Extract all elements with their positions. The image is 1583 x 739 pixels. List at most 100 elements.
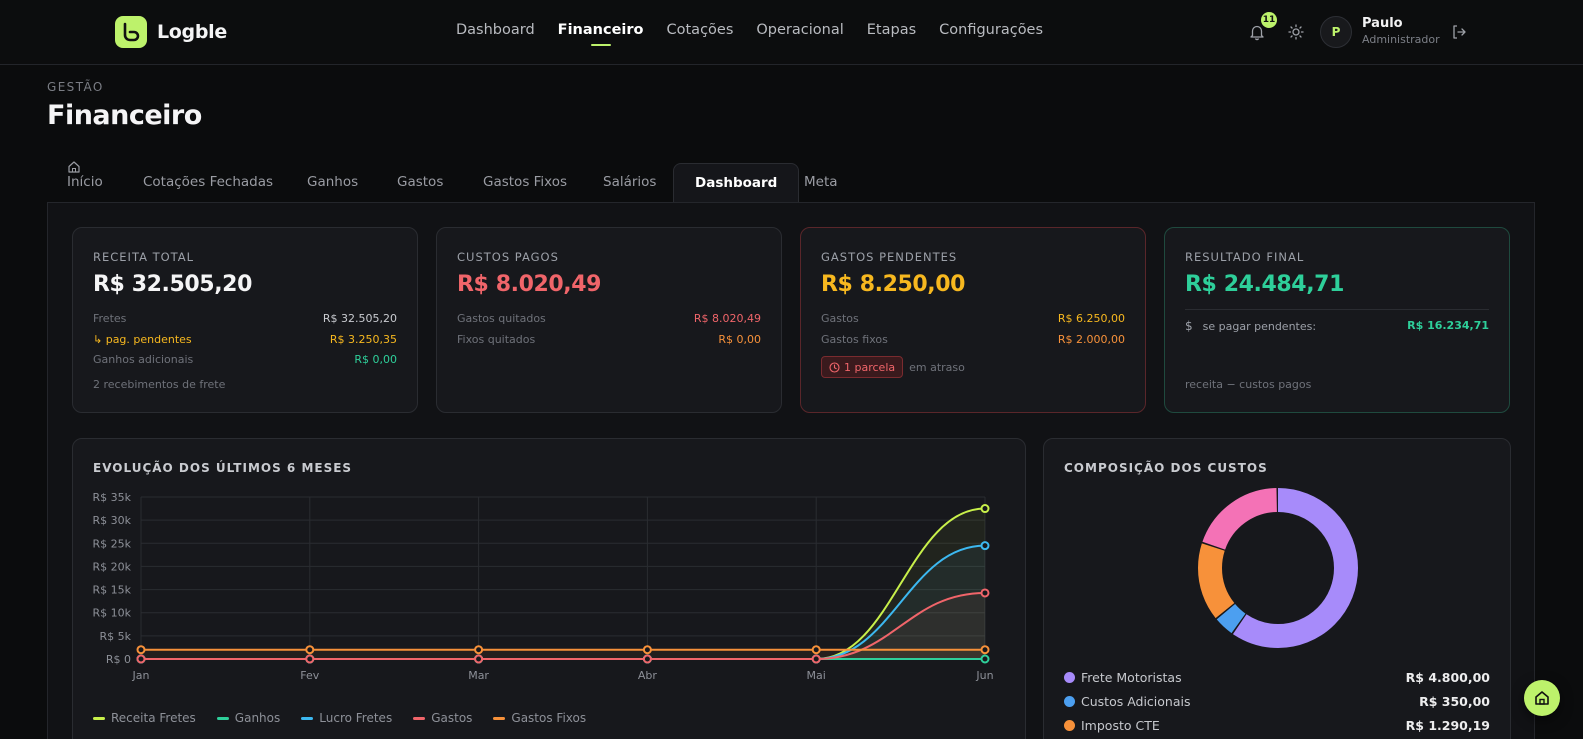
nav-etapas[interactable]: Etapas [867, 22, 916, 38]
logo-icon [115, 16, 147, 48]
fretes-value: R$ 32.505,20 [322, 312, 397, 325]
chart-legend: Receita Fretes Ganhos Lucro Fretes Gasto… [93, 711, 607, 725]
home-icon [68, 161, 80, 173]
ganhos-label: Ganhos adicionais [93, 353, 194, 366]
resultado-final-value: R$ 24.484,71 [1185, 272, 1344, 297]
avatar[interactable]: P [1320, 16, 1352, 48]
home-icon [1535, 691, 1549, 705]
tab-meta[interactable]: Meta [804, 174, 838, 190]
gastos-value: R$ 6.250,00 [1057, 312, 1125, 325]
gastos-fixos-label: Gastos fixos [821, 333, 888, 346]
pie-legend-row: Custos Adicionais R$ 350,00 [1064, 694, 1490, 709]
pie-legend-value: R$ 350,00 [1419, 694, 1490, 709]
overdue-tag-label: 1 parcela [844, 360, 896, 374]
fixos-quitados-value: R$ 0,00 [718, 333, 761, 346]
card-label: CUSTOS PAGOS [457, 250, 559, 264]
y-tick-label: R$ 35k [92, 491, 131, 504]
legend-item[interactable]: Ganhos [216, 711, 281, 725]
fretes-label: Fretes [93, 312, 127, 325]
series-area [141, 508, 985, 659]
divider [1185, 309, 1489, 310]
receita-total-card: RECEITA TOTAL R$ 32.505,20 Fretes R$ 32.… [72, 227, 418, 413]
data-point [811, 654, 821, 664]
receita-total-value: R$ 32.505,20 [93, 272, 252, 297]
nav-configuracoes[interactable]: Configurações [939, 22, 1043, 38]
x-tick-label: Jun [975, 669, 993, 682]
x-tick-label: Abr [638, 669, 658, 682]
gastos-pendentes-value: R$ 8.250,00 [821, 272, 966, 297]
receita-note: 2 recebimentos de frete [93, 378, 226, 391]
tab-cotacoes-fechadas[interactable]: Cotações Fechadas [143, 174, 273, 190]
pendentes-label: ↳ pag. pendentes [93, 333, 192, 346]
home-fab-button[interactable] [1524, 680, 1560, 716]
tab-gastos-fixos[interactable]: Gastos Fixos [483, 174, 567, 190]
data-point [811, 645, 821, 655]
tab-dashboard[interactable]: Dashboard [673, 163, 800, 202]
legend-item[interactable]: Gastos [413, 711, 472, 725]
gastos-pendentes-card: GASTOS PENDENTES R$ 8.250,00 Gastos R$ 6… [800, 227, 1146, 413]
y-tick-label: R$ 30k [92, 514, 131, 527]
data-point [474, 645, 484, 655]
legend-label: Lucro Fretes [319, 711, 393, 725]
pie-legend-label: Frete Motoristas [1081, 670, 1182, 685]
legend-label: Receita Fretes [111, 711, 196, 725]
se-pagar-value: R$ 16.234,71 [1407, 319, 1489, 332]
gastos-fixos-value: R$ 2.000,00 [1057, 333, 1125, 346]
x-tick-label: Fev [300, 669, 319, 682]
pie-legend-row: Frete Motoristas R$ 4.800,00 [1064, 670, 1490, 685]
nav-dashboard[interactable]: Dashboard [456, 22, 535, 38]
overdue-note: em atraso [909, 360, 965, 374]
tab-inicio[interactable]: Início [67, 174, 103, 190]
y-tick-label: R$ 10k [92, 607, 131, 620]
nav-operacional[interactable]: Operacional [756, 22, 843, 38]
data-point [980, 645, 990, 655]
pendentes-value: R$ 3.250,35 [329, 333, 397, 346]
y-tick-label: R$ 0 [106, 653, 131, 666]
tab-salarios[interactable]: Salários [603, 174, 656, 190]
nav-financeiro[interactable]: Financeiro [558, 22, 644, 38]
legend-label: Gastos Fixos [511, 711, 587, 725]
user-role: Administrador [1362, 33, 1440, 46]
pie-legend-value: R$ 4.800,00 [1405, 670, 1490, 685]
tab-ganhos[interactable]: Ganhos [307, 174, 358, 190]
logout-icon[interactable] [1450, 23, 1468, 41]
notification-badge: 11 [1261, 12, 1277, 28]
cost-donut-chart [1198, 488, 1358, 648]
data-point [980, 504, 990, 514]
tab-gastos[interactable]: Gastos [397, 174, 443, 190]
legend-item[interactable]: Gastos Fixos [493, 711, 586, 725]
app-name: Logble [157, 21, 227, 43]
legend-label: Ganhos [234, 711, 281, 725]
overdue-tag[interactable]: 1 parcela [821, 356, 904, 378]
gastos-quitados-label: Gastos quitados [457, 312, 546, 325]
custos-pagos-card: CUSTOS PAGOS R$ 8.020,49 Gastos quitados… [436, 227, 782, 413]
resultado-final-card: RESULTADO FINAL R$ 24.484,71 $ se pagar … [1164, 227, 1510, 413]
fixos-quitados-label: Fixos quitados [457, 333, 536, 346]
logo[interactable]: Logble [115, 16, 227, 48]
data-point [642, 654, 652, 664]
breadcrumb: GESTÃO [47, 80, 104, 94]
pie-legend-label: Custos Adicionais [1081, 694, 1191, 709]
series-line [141, 507, 986, 660]
dollar-icon: $ [1185, 319, 1193, 333]
x-tick-label: Mar [468, 669, 489, 682]
gastos-quitados-value: R$ 8.020,49 [693, 312, 761, 325]
y-tick-label: R$ 20k [92, 560, 131, 573]
top-bar: Logble Dashboard Financeiro Cotações Ope… [0, 0, 1583, 65]
nav-cotacoes[interactable]: Cotações [667, 22, 734, 38]
legend-label: Gastos [431, 711, 473, 725]
evolution-chart-card: EVOLUÇÃO DOS ÚLTIMOS 6 MESES R$ 0 R$ 5k R$… [72, 438, 1026, 739]
legend-item[interactable]: Receita Fretes [93, 711, 196, 725]
x-tick-label: Mai [807, 669, 826, 682]
y-tick-label: R$ 5k [99, 630, 131, 643]
y-tick-label: R$ 15k [92, 584, 131, 597]
card-label: RECEITA TOTAL [93, 250, 195, 264]
custos-pagos-value: R$ 8.020,49 [457, 272, 602, 297]
data-point [305, 645, 315, 655]
data-point [136, 645, 146, 655]
data-point [980, 588, 990, 598]
sun-icon[interactable] [1288, 24, 1304, 40]
data-point [305, 654, 315, 664]
cost-composition-card: COMPOSIÇÃO DOS CUSTOS Frete Motoristas R… [1043, 438, 1511, 739]
legend-item[interactable]: Lucro Fretes [301, 711, 392, 725]
